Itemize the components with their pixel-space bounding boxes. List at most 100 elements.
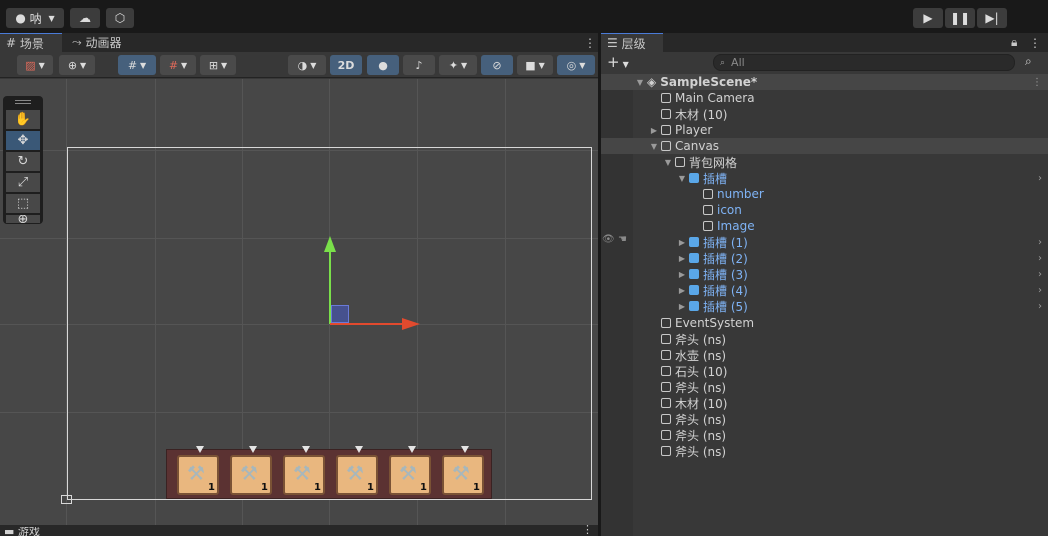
scene-search-button[interactable]: ⌕ xyxy=(1025,54,1032,69)
hierarchy-row[interactable]: ▼ 插槽 › xyxy=(601,170,1048,186)
gizmos-dropdown[interactable]: ◎ ▼ xyxy=(557,55,595,75)
hierarchy-row[interactable]: ▶ 插槽 (1) › xyxy=(601,234,1048,250)
canvas-anchor-icon xyxy=(61,495,72,504)
tab-animator[interactable]: ⤳ 动画器 xyxy=(66,33,148,52)
row-label: Canvas xyxy=(675,139,720,153)
transform-tool-button[interactable]: ⊕ xyxy=(6,215,40,223)
collapsed-arrow-icon[interactable]: ▶ xyxy=(677,238,687,247)
rect-tool-button[interactable]: ⬚ xyxy=(6,194,40,213)
hierarchy-row[interactable]: 木材 (10) xyxy=(601,106,1048,122)
collapsed-arrow-icon[interactable]: ▶ xyxy=(677,254,687,263)
search-input[interactable]: ⌕ All xyxy=(713,54,1015,71)
scale-tool-button[interactable]: ⤢ xyxy=(6,173,40,192)
hierarchy-row[interactable]: ▶ 插槽 (4) › xyxy=(601,282,1048,298)
xy-plane-handle[interactable] xyxy=(331,305,349,323)
hierarchy-row[interactable]: 斧头 (ns) xyxy=(601,331,1048,347)
chevron-right-icon[interactable]: › xyxy=(1038,237,1042,248)
expand-arrow-icon[interactable]: ▼ xyxy=(677,174,687,183)
inventory-slot[interactable]: ⚒ 1 xyxy=(442,446,484,495)
step-button[interactable]: ▶| xyxy=(977,8,1007,28)
hierarchy-row[interactable]: EventSystem xyxy=(601,315,1048,331)
move-tool-button[interactable]: ✥ xyxy=(6,131,40,150)
hierarchy-row[interactable]: ▶ 插槽 (5) › xyxy=(601,298,1048,314)
chevron-right-icon[interactable]: › xyxy=(1038,269,1042,280)
gizmos-icon: ◎ xyxy=(566,58,577,72)
chevron-right-icon[interactable]: › xyxy=(1038,253,1042,264)
hierarchy-row[interactable]: ▼ 背包网格 xyxy=(601,154,1048,170)
hierarchy-row[interactable]: 水壶 (ns) xyxy=(601,347,1048,363)
hierarchy-toolbar: + ▼ ⌕ All ⌕ xyxy=(601,52,1048,74)
hierarchy-row[interactable]: number xyxy=(601,186,1048,202)
hierarchy-row[interactable]: Main Camera xyxy=(601,90,1048,106)
audio-toggle[interactable]: ♪ xyxy=(403,55,435,75)
shading-dropdown[interactable]: ◑ ▼ xyxy=(288,55,326,75)
inventory-slot[interactable]: ⚒ 1 xyxy=(389,446,431,495)
slot-count: 1 xyxy=(261,482,268,493)
collapsed-arrow-icon[interactable]: ▶ xyxy=(649,126,659,135)
camera-dropdown[interactable]: ■ ▼ xyxy=(517,55,553,75)
hierarchy-row-scene[interactable]: ▼ ◈ SampleScene* ⋮ xyxy=(601,74,1048,90)
chevron-down-icon: ▼ xyxy=(48,13,55,23)
panel-menu-button[interactable]: ⋮ xyxy=(1023,33,1048,52)
drag-handle-icon[interactable] xyxy=(15,100,31,101)
hierarchy-row[interactable]: 斧头 (ns) xyxy=(601,411,1048,427)
expand-arrow-icon[interactable]: ▼ xyxy=(663,158,673,167)
hierarchy-row[interactable]: 斧头 (ns) xyxy=(601,427,1048,443)
inventory-slot[interactable]: ⚒ 1 xyxy=(283,446,325,495)
slot-count: 1 xyxy=(473,482,480,493)
kebab-icon[interactable]: ⋮ xyxy=(582,524,593,535)
hierarchy-row[interactable]: 斧头 (ns) xyxy=(601,443,1048,459)
x-axis-handle[interactable] xyxy=(330,323,408,325)
expand-arrow-icon[interactable]: ▼ xyxy=(635,78,645,87)
account-button[interactable]: ● 呐 ▼ xyxy=(6,8,64,28)
kebab-icon[interactable]: ⋮ xyxy=(1032,77,1042,88)
hierarchy-row[interactable]: icon xyxy=(601,202,1048,218)
collapsed-arrow-icon[interactable]: ▶ xyxy=(677,270,687,279)
axe-icon: ⚒ xyxy=(399,461,417,485)
hierarchy-tab-row: ☰ 层级 🔒︎ ⋮ xyxy=(601,33,1048,52)
y-axis-arrow-icon[interactable] xyxy=(324,236,336,252)
2d-toggle[interactable]: 2D xyxy=(330,55,362,75)
ruler-dropdown[interactable]: ⊞ ▼ xyxy=(200,55,236,75)
x-axis-arrow-icon[interactable] xyxy=(402,318,420,330)
chevron-right-icon[interactable]: › xyxy=(1038,301,1042,312)
create-button[interactable]: + ▼ xyxy=(607,53,629,71)
collapsed-arrow-icon[interactable]: ▶ xyxy=(677,286,687,295)
hierarchy-row[interactable]: ▶ Player xyxy=(601,122,1048,138)
collab-button[interactable]: ⬡ xyxy=(106,8,134,28)
tab-hierarchy[interactable]: ☰ 层级 xyxy=(601,33,663,52)
global-dropdown[interactable]: ⊕ ▼ xyxy=(59,55,95,75)
scene-viewport[interactable]: ✋ ✥ ↻ ⤢ ⬚ ⊕ ⚒ 1 ⚒ 1 ⚒ 1 ⚒ 1 ⚒ 1 ⚒ 1 xyxy=(0,79,598,525)
rotate-tool-button[interactable]: ↻ xyxy=(6,152,40,171)
drag-handle-icon[interactable] xyxy=(15,103,31,104)
collapsed-arrow-icon[interactable]: ▶ xyxy=(677,302,687,311)
inventory-slot[interactable]: ⚒ 1 xyxy=(177,446,219,495)
hand-tool-button[interactable]: ✋ xyxy=(6,110,40,129)
hierarchy-row[interactable]: 斧头 (ns) xyxy=(601,379,1048,395)
chevron-down-icon: ▼ xyxy=(38,60,45,70)
visibility-toggle[interactable]: ⊘ xyxy=(481,55,513,75)
hierarchy-row[interactable]: 石头 (10) xyxy=(601,363,1048,379)
lock-icon: 🔒︎ xyxy=(1011,35,1018,49)
chevron-right-icon[interactable]: › xyxy=(1038,173,1042,184)
lighting-toggle[interactable]: ● xyxy=(367,55,399,75)
hierarchy-row[interactable]: ▶ 插槽 (3) › xyxy=(601,266,1048,282)
tab-scene[interactable]: # 场景 xyxy=(0,33,62,52)
effects-dropdown[interactable]: ✦ ▼ xyxy=(439,55,477,75)
inventory-slot[interactable]: ⚒ 1 xyxy=(336,446,378,495)
pause-button[interactable]: ❚❚ xyxy=(945,8,975,28)
hierarchy-row[interactable]: ▶ 插槽 (2) › xyxy=(601,250,1048,266)
tab-game[interactable]: ▬ 游戏 xyxy=(4,527,40,536)
expand-arrow-icon[interactable]: ▼ xyxy=(649,142,659,151)
increment-snap-dropdown[interactable]: # ▼ xyxy=(160,55,196,75)
slot-count: 1 xyxy=(367,482,374,493)
inventory-slot[interactable]: ⚒ 1 xyxy=(230,446,272,495)
hierarchy-row[interactable]: ▼ Canvas xyxy=(601,138,1048,154)
hierarchy-row[interactable]: 木材 (10) xyxy=(601,395,1048,411)
grid-snap-dropdown[interactable]: # ▼ xyxy=(118,55,156,75)
play-button[interactable]: ▶ xyxy=(913,8,943,28)
hierarchy-row[interactable]: Image xyxy=(601,218,1048,234)
cloud-button[interactable]: ☁ xyxy=(70,8,100,28)
chevron-right-icon[interactable]: › xyxy=(1038,285,1042,296)
draw-mode-dropdown[interactable]: ▨ ▼ xyxy=(17,55,53,75)
